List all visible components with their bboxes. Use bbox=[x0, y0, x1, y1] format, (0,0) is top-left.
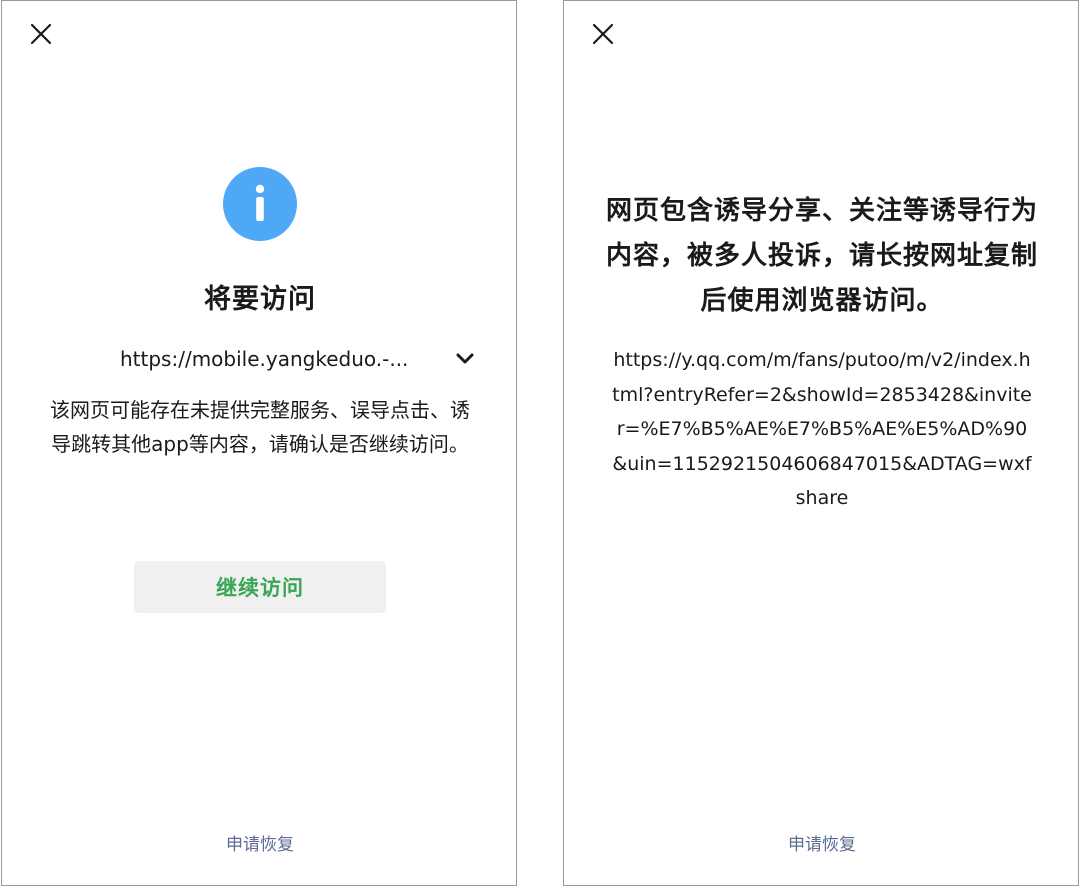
url-text: https://mobile.yangkeduo.-... bbox=[120, 347, 409, 371]
comparison-stage: 将要访问 https://mobile.yangkeduo.-... 该网页可能… bbox=[0, 0, 1080, 888]
warning-screen: 将要访问 https://mobile.yangkeduo.-... 该网页可能… bbox=[1, 0, 517, 886]
blocked-notice: 网页包含诱导分享、关注等诱导行为内容，被多人投诉，请长按网址复制后使用浏览器访问… bbox=[605, 196, 1038, 316]
info-icon bbox=[223, 167, 297, 241]
close-icon bbox=[592, 23, 614, 45]
chevron-down-icon bbox=[456, 353, 474, 364]
close-icon bbox=[30, 23, 52, 45]
close-button[interactable] bbox=[586, 17, 620, 51]
close-button[interactable] bbox=[24, 17, 58, 51]
appeal-restore-link[interactable]: 申请恢复 bbox=[564, 830, 1078, 855]
blocked-screen: 网页包含诱导分享、关注等诱导行为内容，被多人投诉，请长按网址复制后使用浏览器访问… bbox=[563, 0, 1079, 886]
appeal-restore-link[interactable]: 申请恢复 bbox=[2, 830, 516, 855]
warning-message: 该网页可能存在未提供完整服务、误导点击、诱导跳转其他app等内容，请确认是否继续… bbox=[50, 398, 470, 456]
continue-visit-button[interactable]: 继续访问 bbox=[134, 561, 386, 613]
full-url-text[interactable]: https://y.qq.com/m/fans/putoo/m/v2/index… bbox=[610, 343, 1034, 516]
page-title: 将要访问 bbox=[204, 284, 316, 315]
url-expand-toggle[interactable]: https://mobile.yangkeduo.-... bbox=[120, 341, 480, 377]
